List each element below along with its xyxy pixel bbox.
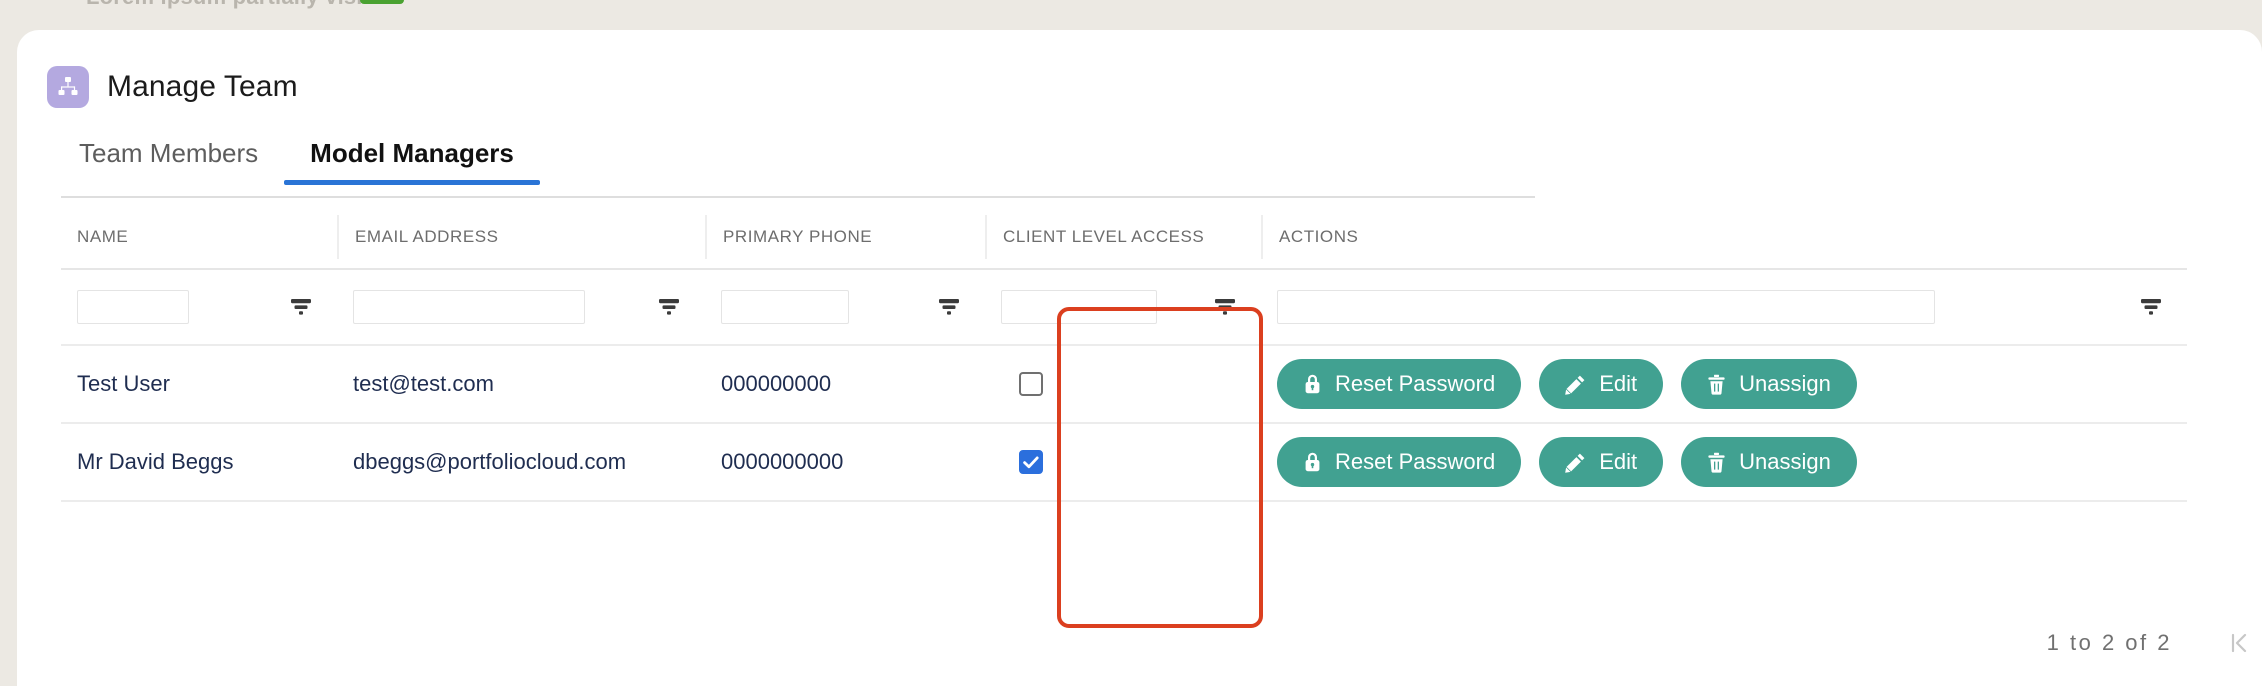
page-title: Manage Team [107,70,298,103]
unassign-label: Unassign [1739,371,1831,396]
filter-input-client-level-access[interactable] [1001,290,1157,324]
filter-icon-phone[interactable] [913,296,985,318]
filter-icon-actions[interactable] [2115,296,2187,318]
client-level-access-checkbox[interactable] [1019,372,1043,396]
column-header-client-level-access[interactable]: CLIENT LEVEL ACCESS [985,215,1204,259]
filter-input-email[interactable] [353,290,585,324]
cell-actions: Reset Password Edit Unassign [1261,359,2187,409]
edit-button[interactable]: Edit [1539,359,1664,409]
filter-input-name[interactable] [77,290,189,324]
cell-client-level-access [985,346,1189,422]
reset-password-label: Reset Password [1335,371,1496,396]
tab-bar: Team Members Model Managers [61,138,540,185]
tab-team-members[interactable]: Team Members [61,138,284,185]
pagination-range-label: 1 to 2 of 2 [2046,630,2172,655]
column-header-actions[interactable]: ACTIONS [1261,215,2187,259]
first-page-icon[interactable] [2218,630,2262,656]
filter-icon-name[interactable] [265,296,337,318]
cut-off-heading-text: Lorem ipsum partially visible [86,0,395,10]
table-bottom-divider [61,500,2187,502]
unassign-button[interactable]: Unassign [1681,437,1857,487]
reset-password-button[interactable]: Reset Password [1277,437,1522,487]
table-row[interactable]: Test User test@test.com 000000000 Reset … [61,344,2187,422]
cell-phone: 000000000 [721,371,832,396]
reset-password-button[interactable]: Reset Password [1277,359,1522,409]
column-header-phone[interactable]: PRIMARY PHONE [705,215,913,259]
table-row[interactable]: Mr David Beggs dbeggs@portfoliocloud.com… [61,422,2187,500]
lock-icon [1303,373,1322,395]
card-header: Manage Team [47,66,298,108]
tab-model-managers[interactable]: Model Managers [284,138,540,185]
edit-label: Edit [1599,449,1638,474]
cell-actions: Reset Password Edit Unassign [1261,437,2187,487]
cell-name: Mr David Beggs [77,449,234,474]
column-header-email[interactable]: EMAIL ADDRESS [337,215,633,259]
manage-team-card: Manage Team Team Members Model Managers … [17,30,2262,686]
unassign-button[interactable]: Unassign [1681,359,1857,409]
filter-input-actions[interactable] [1277,290,1935,324]
edit-label: Edit [1599,371,1638,396]
cell-email: dbeggs@portfoliocloud.com [353,449,627,474]
table-filter-row [61,270,2187,344]
org-chart-icon [47,66,89,108]
cell-phone: 0000000000 [721,449,844,474]
trash-icon [1707,452,1726,473]
filter-icon-client-level-access[interactable] [1189,296,1261,318]
cut-off-top-strip: Lorem ipsum partially visible [0,0,2262,18]
pencil-icon [1565,374,1586,395]
tab-bar-divider [61,196,1535,198]
pagination: 1 to 2 of 2 [2047,630,2262,656]
pencil-icon [1565,452,1586,473]
reset-password-label: Reset Password [1335,449,1496,474]
cut-off-green-badge [360,0,404,4]
table-header-row: NAME EMAIL ADDRESS PRIMARY PHONE CLIENT … [61,206,2187,268]
edit-button[interactable]: Edit [1539,437,1664,487]
trash-icon [1707,374,1726,395]
cell-name: Test User [77,371,170,396]
model-managers-table: NAME EMAIL ADDRESS PRIMARY PHONE CLIENT … [61,206,2187,502]
client-level-access-checkbox[interactable] [1019,450,1043,474]
filter-icon-email[interactable] [633,296,705,318]
filter-input-phone[interactable] [721,290,849,324]
column-header-name[interactable]: NAME [61,215,265,259]
cell-email: test@test.com [353,371,494,396]
cell-client-level-access [985,424,1189,500]
lock-icon [1303,451,1322,473]
unassign-label: Unassign [1739,449,1831,474]
